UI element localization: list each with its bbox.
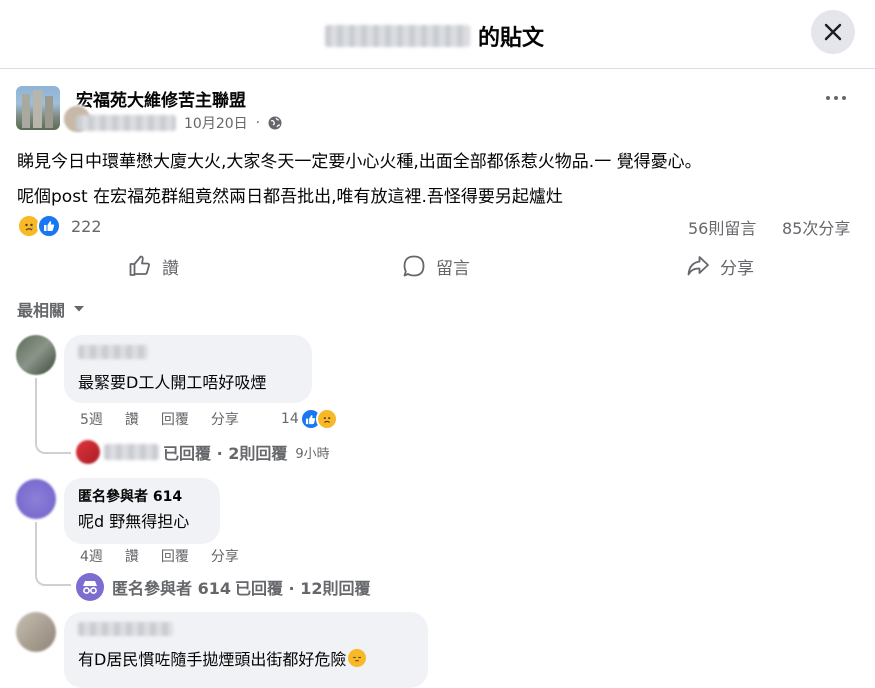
blurred-commenter-name[interactable] [78,345,148,359]
view-replies-link[interactable]: 匿名參與者 614 已回覆 · 12則回覆 [76,573,370,601]
comment-button[interactable]: 留言 [402,248,470,284]
shares-count[interactable]: 85次分享 [782,215,850,239]
like-reaction-icon [37,214,61,238]
close-icon [824,23,842,41]
dialog-title: 的貼文 [325,20,544,52]
post-text-line1: 睇見今日中環華懋大廈大火,大家冬天一定要小心火種,出面全部都係惹火物品.一 覺得… [17,152,702,172]
comment-text: 有D居民慣咗隨手拋煙頭出街都好危險 [78,650,347,669]
reply-summary-text: 已回覆 · 2則回覆 [163,444,288,463]
dot-separator: · [255,115,261,131]
comment-text: 呢d 野無得担心 [78,512,190,531]
comment-time[interactable]: 5週 [80,409,103,429]
comment-reaction-count[interactable]: 14 [281,411,299,427]
caret-down-icon [74,306,85,312]
comment-actions: 4週 讚 回覆 分享 [80,546,239,566]
reaction-count: 222 [71,216,102,236]
comment-bubble-icon [403,255,425,277]
comment-text-row: 有D居民慣咗隨手拋煙頭出街都好危險 [78,646,414,670]
post-date[interactable]: 10月20日 [184,113,248,133]
comment-label: 留言 [436,258,470,279]
reply-summary-text: 已回覆 · 12則回覆 [234,579,371,598]
like-label: 讚 [162,258,179,279]
replier-name: 匿名參與者 614 [112,579,231,598]
comment-text: 最緊要D工人開工唔好吸煙 [78,373,267,392]
thumbs-up-icon [129,255,150,276]
comment-share-button[interactable]: 分享 [211,409,239,429]
comment-bubble: 最緊要D工人開工唔好吸煙 [64,335,312,403]
reply-time: 9小時 [295,446,330,462]
dialog-title-text: 的貼文 [478,26,545,51]
incognito-icon [76,573,104,601]
comment-reply-button[interactable]: 回覆 [161,409,189,429]
comment-time[interactable]: 4週 [80,546,103,566]
comment-sort-dropdown[interactable]: 最相關 [17,297,85,321]
blurred-replier-name [104,444,159,460]
dialog-header: 的貼文 [0,0,875,69]
comments-count[interactable]: 56則留言 [688,215,756,239]
comment-actions: 5週 讚 回覆 分享 14 [80,408,338,430]
post-text-line2: 呢個post 在宏福苑群組竟然兩日都吾批出,唯有放這裡.吾怪得要另起爐灶 [17,187,563,207]
comment-reply-button[interactable]: 回覆 [161,546,189,566]
public-globe-icon [268,116,282,130]
commenter-name[interactable]: 匿名參與者 614 [78,486,206,506]
replier-avatar [76,440,100,464]
anonymous-avatar[interactable] [16,479,56,519]
comment-share-button[interactable]: 分享 [211,546,239,566]
comment-bubble: 有D居民慣咗隨手拋煙頭出街都好危險 [64,612,428,688]
sort-label: 最相關 [17,301,66,320]
post-meta: 10月20日 · [76,113,282,133]
page-name[interactable]: 宏福苑大維修苦主聯盟 [76,86,246,111]
sad-reaction-icon [315,408,338,430]
share-button[interactable]: 分享 [686,248,754,284]
commenter-avatar[interactable] [16,335,56,375]
blurred-author-name[interactable] [76,115,176,131]
comment-like-button[interactable]: 讚 [125,409,139,429]
pensive-face-icon [348,649,367,667]
comment-like-button[interactable]: 讚 [125,546,139,566]
page-avatar[interactable] [16,86,60,130]
share-arrow-icon [687,256,709,276]
comment-bubble: 匿名參與者 614 呢d 野無得担心 [64,478,220,544]
share-label: 分享 [720,258,754,279]
more-options-icon[interactable] [826,96,846,100]
reactions-summary[interactable]: 222 [17,214,102,238]
close-button[interactable] [811,10,855,54]
blurred-author-name [325,25,470,47]
like-button[interactable]: 讚 [128,248,179,284]
view-replies-link[interactable]: 已回覆 · 2則回覆 9小時 [76,440,330,464]
commenter-avatar[interactable] [16,612,56,652]
blurred-commenter-name[interactable] [78,622,173,636]
